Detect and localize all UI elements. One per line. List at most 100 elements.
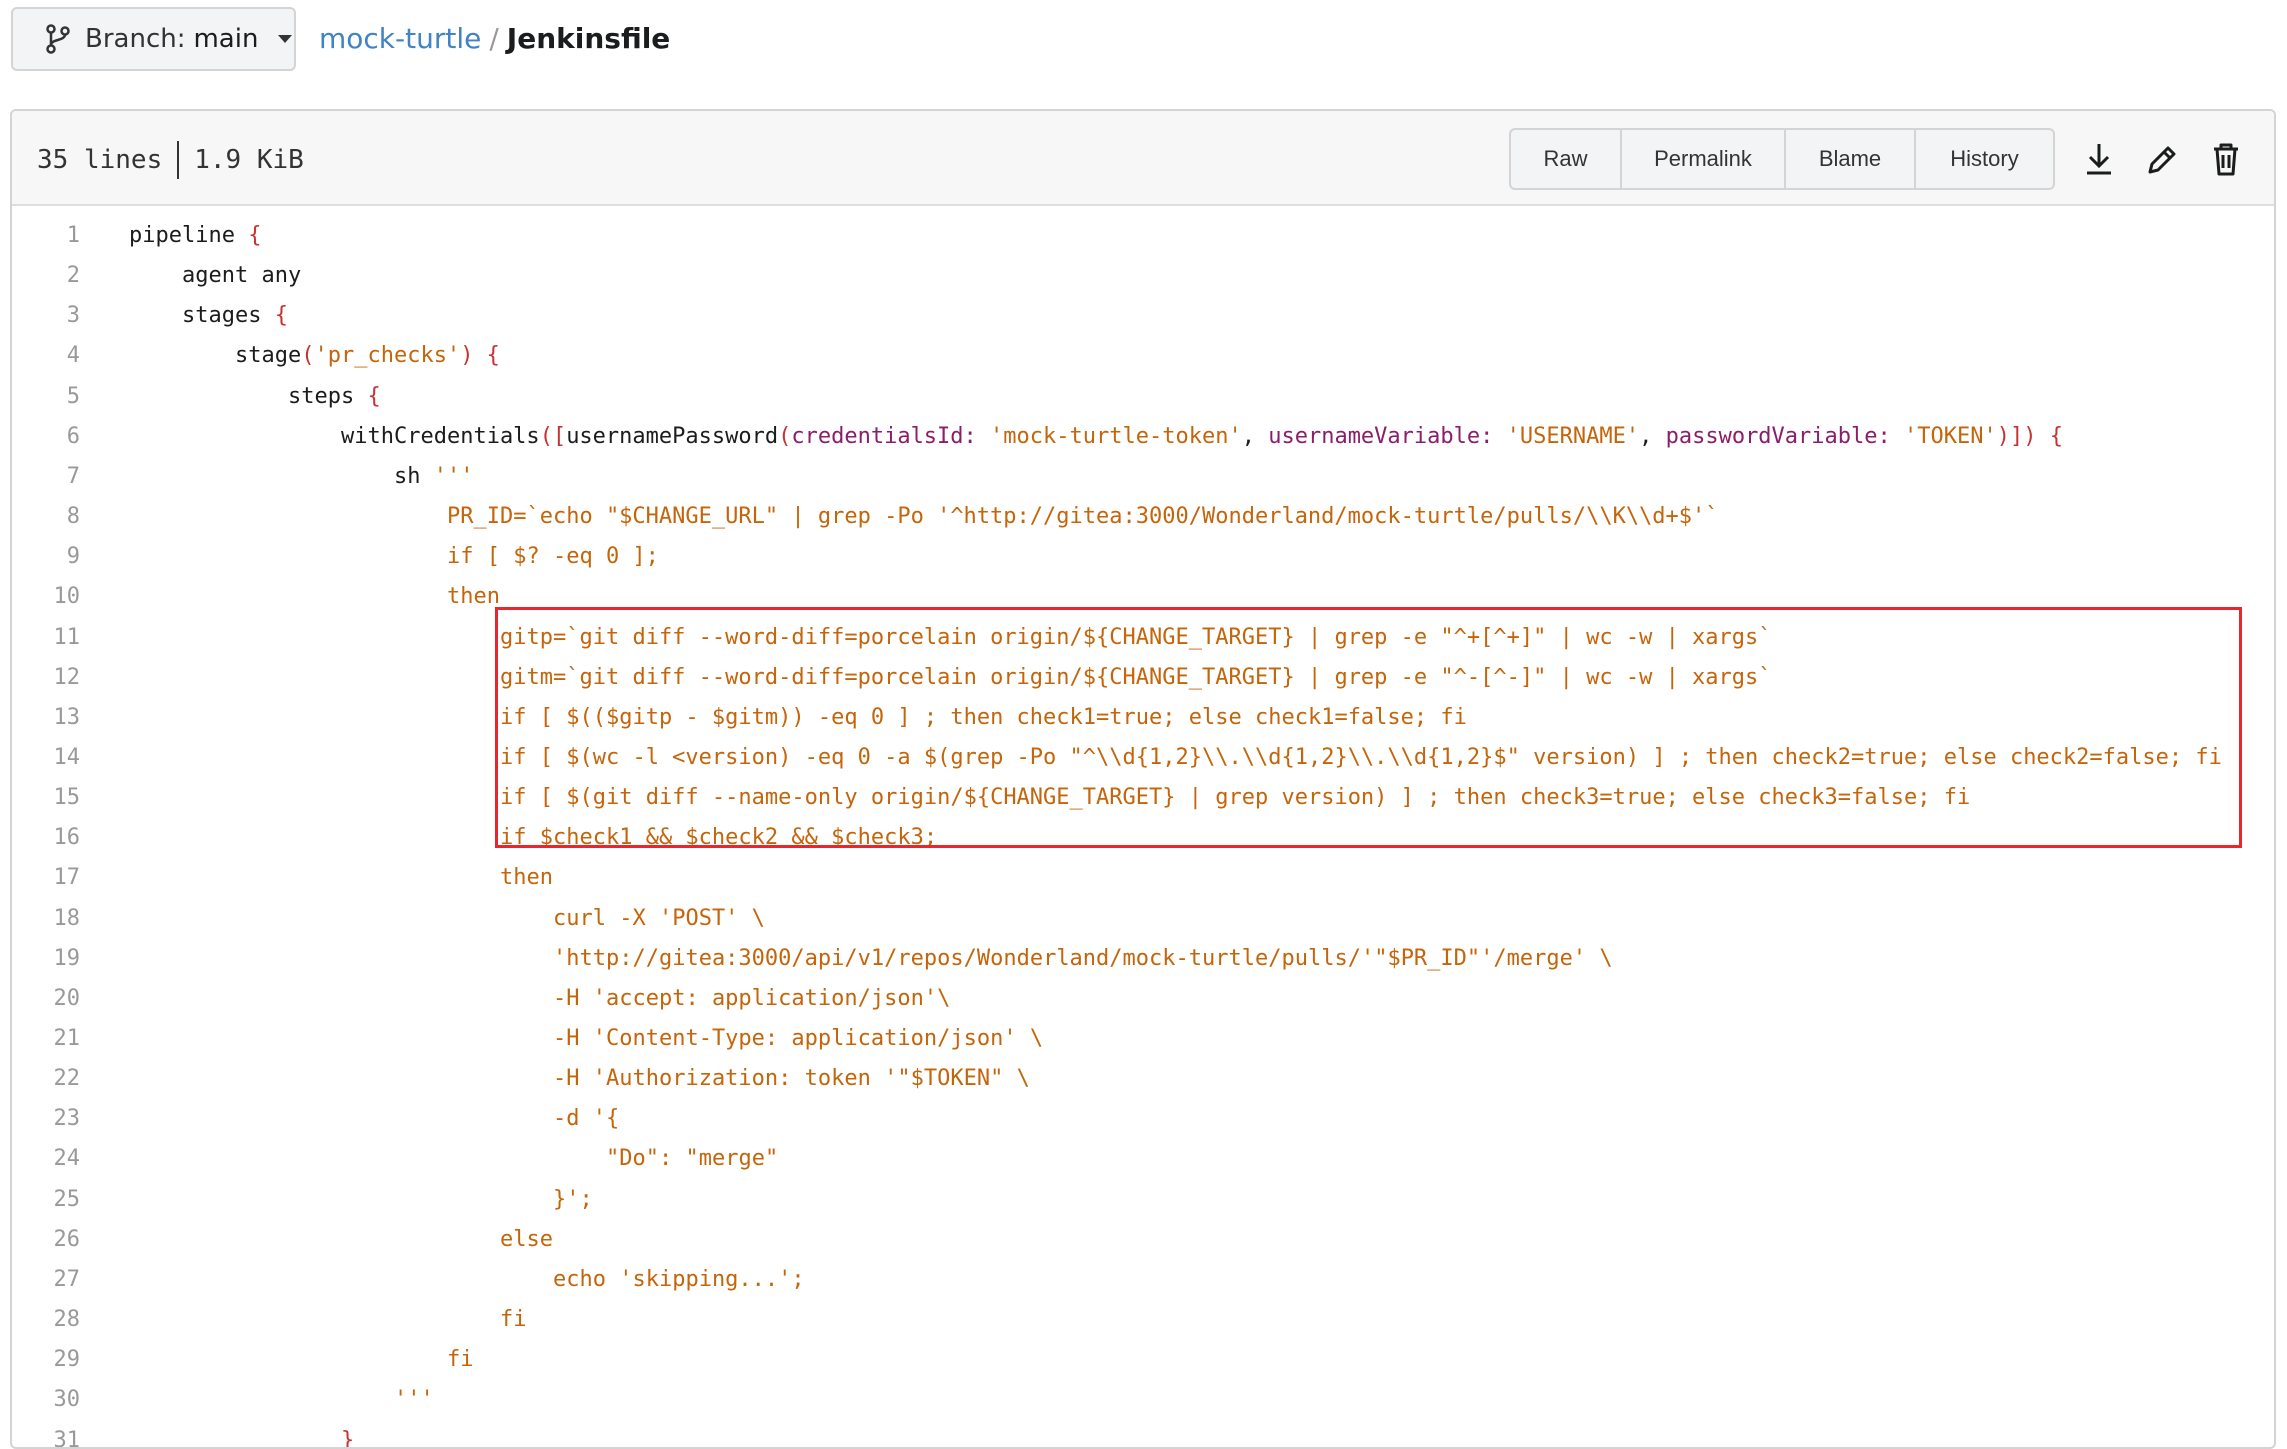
code-line: 23-d '{ (12, 1099, 2274, 1139)
top-bar: Branch: main mock-turtle / Jenkinsfile (0, 0, 2287, 110)
repo-link[interactable]: mock-turtle (319, 22, 481, 55)
branch-name: main (193, 24, 258, 54)
file-name: Jenkinsfile (507, 22, 671, 55)
line-number[interactable]: 30 (12, 1380, 80, 1420)
code-line: 13 if [ $(($gitp - $gitm)) -eq 0 ] ; then… (12, 698, 2274, 738)
code-token: ) { (460, 343, 500, 368)
code-token: if [ $(($gitp - $gitm)) -eq 0 ] ; then c… (500, 705, 1467, 730)
code-token: if [ $(git diff --name-only origin/${CHA… (500, 785, 1970, 810)
code-token: 'TOKEN' (1904, 424, 1997, 449)
line-number[interactable]: 11 (12, 618, 80, 658)
line-number[interactable]: 15 (12, 778, 80, 818)
code-token: 'USERNAME' (1507, 424, 1639, 449)
code-token: if $check1 && $check2 && $check3; (500, 825, 937, 850)
blame-button[interactable]: Blame (1786, 130, 1916, 188)
code-line: 11 gitp=`git diff --word-diff=porcelain o… (12, 618, 2274, 658)
line-number[interactable]: 25 (12, 1180, 80, 1220)
line-number[interactable]: 7 (12, 457, 80, 497)
code-line: 20 -H 'accept: application/json'\ (12, 979, 2274, 1019)
line-number[interactable]: 23 (12, 1099, 80, 1139)
line-number[interactable]: 18 (12, 899, 80, 939)
code-token: agent any (182, 263, 301, 288)
line-number[interactable]: 28 (12, 1300, 80, 1340)
branch-dropdown-button[interactable]: Branch: main (11, 7, 296, 71)
code-token: { (367, 384, 380, 409)
chevron-down-icon (278, 35, 292, 43)
code-token: then (447, 584, 500, 609)
code-token: 'mock-turtle-token' (990, 424, 1242, 449)
code-line: 22-H 'Authorization: token '"$TOKEN" \ (12, 1059, 2274, 1099)
code-line: 7sh ''' (12, 457, 2274, 497)
code-token: gitp=`git diff --word-diff=porcelain ori… (500, 625, 1772, 650)
code-token: gitm=`git diff --word-diff=porcelain ori… (500, 665, 1772, 690)
code-token: PR_ID=`echo "$CHANGE_URL" | grep -Po '^h… (447, 504, 1719, 529)
code-token: }'; (553, 1187, 593, 1212)
code-token: { (248, 223, 261, 248)
code-token: then (500, 865, 553, 890)
line-number[interactable]: 29 (12, 1340, 80, 1380)
line-number[interactable]: 9 (12, 537, 80, 577)
line-code: } (341, 1421, 354, 1449)
line-number[interactable]: 22 (12, 1059, 80, 1099)
line-number[interactable]: 14 (12, 738, 80, 778)
code-token: fi (447, 1347, 474, 1372)
line-number[interactable]: 8 (12, 497, 80, 537)
line-code: -H 'accept: application/json'\ (553, 979, 950, 1019)
line-number[interactable]: 10 (12, 577, 80, 617)
file-header: 35 lines 1.9 KiB Raw Permalink Blame His… (12, 111, 2274, 206)
download-icon[interactable] (2082, 140, 2116, 178)
code-token: , (1242, 424, 1269, 449)
history-button[interactable]: History (1916, 130, 2053, 188)
line-code: if [ $(($gitp - $gitm)) -eq 0 ] ; then c… (500, 698, 1467, 738)
code-token: ( (301, 343, 314, 368)
line-number[interactable]: 20 (12, 979, 80, 1019)
line-number[interactable]: 19 (12, 939, 80, 979)
file-size: 1.9 KiB (194, 145, 304, 175)
file-info-divider (177, 141, 179, 179)
code-token: usernamePassword (566, 424, 778, 449)
code-token: passwordVariable: (1666, 424, 1891, 449)
line-number[interactable]: 16 (12, 818, 80, 858)
code-line: 14if [ $(wc -l <version) -eq 0 -a $(grep… (12, 738, 2274, 778)
code-token (1493, 424, 1506, 449)
line-number[interactable]: 2 (12, 256, 80, 296)
line-code: if [ $? -eq 0 ]; (447, 537, 659, 577)
line-number[interactable]: 1 (12, 216, 80, 256)
line-number[interactable]: 24 (12, 1139, 80, 1179)
raw-button[interactable]: Raw (1511, 130, 1622, 188)
line-code: fi (447, 1340, 474, 1380)
line-code: if [ $(git diff --name-only origin/${CHA… (500, 778, 1970, 818)
code-line: 19'http://gitea:3000/api/v1/repos/Wonder… (12, 939, 2274, 979)
code-token: curl -X 'POST' \ (553, 906, 765, 931)
permalink-button[interactable]: Permalink (1622, 130, 1786, 188)
code-token: , (1639, 424, 1666, 449)
breadcrumb: mock-turtle / Jenkinsfile (319, 22, 670, 55)
line-number[interactable]: 26 (12, 1220, 80, 1260)
line-count: 35 lines (37, 145, 162, 175)
line-code: steps { (288, 377, 381, 417)
git-branch-icon (43, 23, 73, 55)
line-number[interactable]: 5 (12, 377, 80, 417)
line-code: then (500, 858, 553, 898)
code-line: 27echo 'skipping...'; (12, 1260, 2274, 1300)
code-token: sh (394, 464, 434, 489)
code-line: 24 "Do": "merge" (12, 1139, 2274, 1179)
code-token (977, 424, 990, 449)
pencil-icon[interactable] (2144, 140, 2178, 178)
line-number[interactable]: 4 (12, 336, 80, 376)
code-token: withCredentials (341, 424, 540, 449)
line-number[interactable]: 6 (12, 417, 80, 457)
line-number[interactable]: 31 (12, 1421, 80, 1449)
code-token: credentialsId: (791, 424, 976, 449)
code-line: 5 steps { (12, 377, 2274, 417)
line-number[interactable]: 17 (12, 858, 80, 898)
line-number[interactable]: 21 (12, 1019, 80, 1059)
line-number[interactable]: 3 (12, 296, 80, 336)
line-number[interactable]: 13 (12, 698, 80, 738)
line-number[interactable]: 27 (12, 1260, 80, 1300)
line-code: "Do": "merge" (606, 1139, 778, 1179)
code-token: } (341, 1428, 354, 1449)
trash-icon[interactable] (2209, 140, 2243, 178)
code-token: stage (235, 343, 301, 368)
line-number[interactable]: 12 (12, 658, 80, 698)
